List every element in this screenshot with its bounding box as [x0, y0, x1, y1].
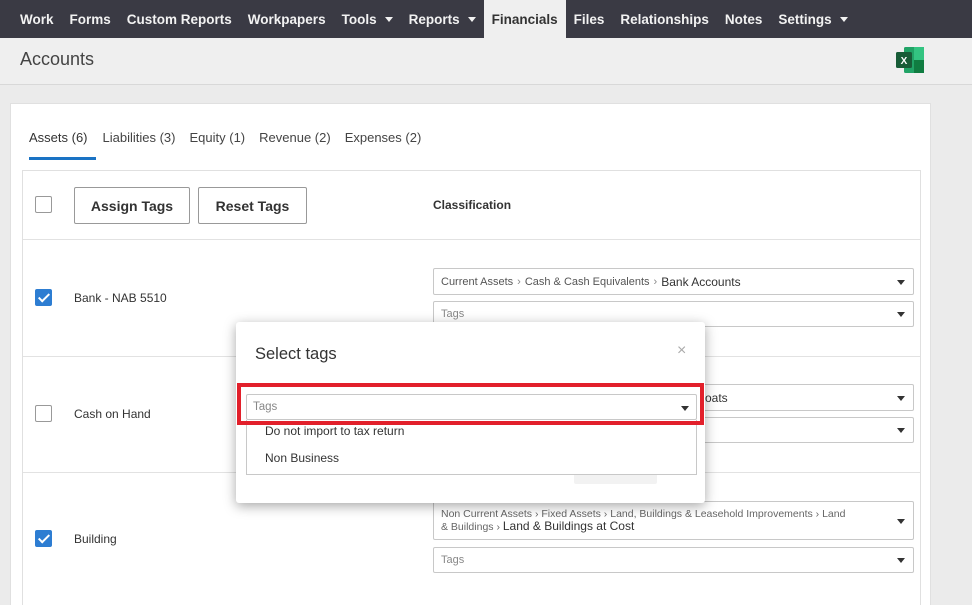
nav-reports-label: Reports — [408, 11, 460, 27]
tags-select-placeholder: Tags — [253, 401, 278, 413]
excel-icon[interactable]: X — [895, 46, 925, 74]
reset-tags-button[interactable]: Reset Tags — [198, 187, 307, 224]
classification-path: & Buildings › — [441, 521, 500, 533]
nav-notes[interactable]: Notes — [717, 0, 771, 38]
account-name: Cash on Hand — [74, 407, 151, 421]
tab-equity[interactable]: Equity (1) — [183, 130, 253, 160]
nav-settings-label: Settings — [778, 11, 832, 27]
row-checkbox[interactable] — [35, 530, 52, 547]
account-type-tabs: Assets (6) Liabilities (3) Equity (1) Re… — [29, 130, 428, 160]
nav-forms[interactable]: Forms — [62, 0, 119, 38]
select-tags-modal: Select tags × Tags Do not import to tax … — [236, 322, 705, 503]
account-name: Building — [74, 532, 117, 546]
row-checkbox[interactable] — [35, 289, 52, 306]
assign-tags-button[interactable]: Assign Tags — [74, 187, 190, 224]
nav-work[interactable]: Work — [12, 0, 62, 38]
dropdown-arrow-icon — [897, 558, 905, 563]
tags-placeholder: Tags — [441, 554, 465, 566]
nav-custom-reports-label: Custom Reports — [126, 11, 232, 27]
caret-down-icon — [467, 16, 476, 22]
nav-files[interactable]: Files — [566, 0, 613, 38]
table-header-row: Assign Tags Reset Tags Classification — [23, 171, 920, 240]
nav-tools-label: Tools — [341, 11, 377, 27]
classification-value: Land & Buildings at Cost — [502, 519, 635, 533]
tag-option[interactable]: Do not import to tax return — [265, 424, 404, 438]
page-header: Accounts — [0, 38, 972, 85]
classification-path-part: Cash & Cash Equivalents — [524, 275, 650, 288]
classification-select[interactable]: Non Current Assets › Fixed Assets › Land… — [433, 501, 914, 540]
dropdown-arrow-icon — [897, 312, 905, 317]
dropdown-arrow-icon — [897, 428, 905, 433]
dropdown-arrow-icon — [897, 279, 905, 285]
page-title: Accounts — [20, 49, 95, 69]
nav-relationships[interactable]: Relationships — [612, 0, 717, 38]
tags-options-list: Do not import to tax return Non Business — [246, 420, 697, 475]
classification-value: oats — [705, 390, 728, 405]
nav-custom-reports[interactable]: Custom Reports — [119, 0, 240, 38]
nav-relationships-label: Relationships — [620, 11, 709, 27]
caret-down-icon — [384, 16, 393, 22]
nav-workpapers-label: Workpapers — [247, 11, 326, 27]
nav-settings[interactable]: Settings — [770, 0, 855, 38]
dropdown-arrow-icon — [897, 518, 905, 524]
select-all-checkbox[interactable] — [35, 196, 52, 213]
account-name: Bank - NAB 5510 — [74, 291, 167, 305]
close-icon[interactable]: × — [677, 342, 686, 360]
dropdown-arrow-icon — [681, 406, 689, 411]
nav-workpapers[interactable]: Workpapers — [240, 0, 334, 38]
classification-header: Classification — [433, 198, 512, 212]
caret-down-icon — [839, 16, 848, 22]
nav-tools[interactable]: Tools — [334, 0, 401, 38]
tab-assets[interactable]: Assets (6) — [29, 130, 96, 160]
classification-select[interactable]: Current Assets › Cash & Cash Equivalents… — [433, 268, 914, 295]
breadcrumb-separator-icon: › — [653, 275, 658, 288]
top-nav: Work Forms Custom Reports Workpapers Too… — [0, 0, 972, 38]
classification-path-part: Current Assets — [441, 275, 514, 288]
nav-work-label: Work — [20, 11, 54, 27]
modal-title: Select tags — [255, 345, 337, 363]
classification-value: Bank Accounts — [661, 274, 741, 289]
nav-files-label: Files — [573, 11, 605, 27]
nav-reports[interactable]: Reports — [401, 0, 484, 38]
nav-notes-label: Notes — [724, 11, 763, 27]
nav-financials-label: Financials — [491, 11, 558, 27]
dropdown-arrow-icon — [897, 395, 905, 401]
svg-text:X: X — [901, 56, 908, 67]
nav-forms-label: Forms — [69, 11, 111, 27]
nav-financials[interactable]: Financials — [483, 0, 566, 38]
row-checkbox[interactable] — [35, 405, 52, 422]
tags-select[interactable]: Tags — [433, 547, 914, 573]
tab-liabilities[interactable]: Liabilities (3) — [96, 130, 183, 160]
breadcrumb-separator-icon: › — [517, 275, 521, 288]
tab-revenue[interactable]: Revenue (2) — [252, 130, 338, 160]
tab-expenses[interactable]: Expenses (2) — [338, 130, 429, 160]
tag-option[interactable]: Non Business — [265, 451, 339, 465]
tags-placeholder: Tags — [441, 308, 465, 320]
tags-select-input[interactable]: Tags — [246, 394, 697, 420]
